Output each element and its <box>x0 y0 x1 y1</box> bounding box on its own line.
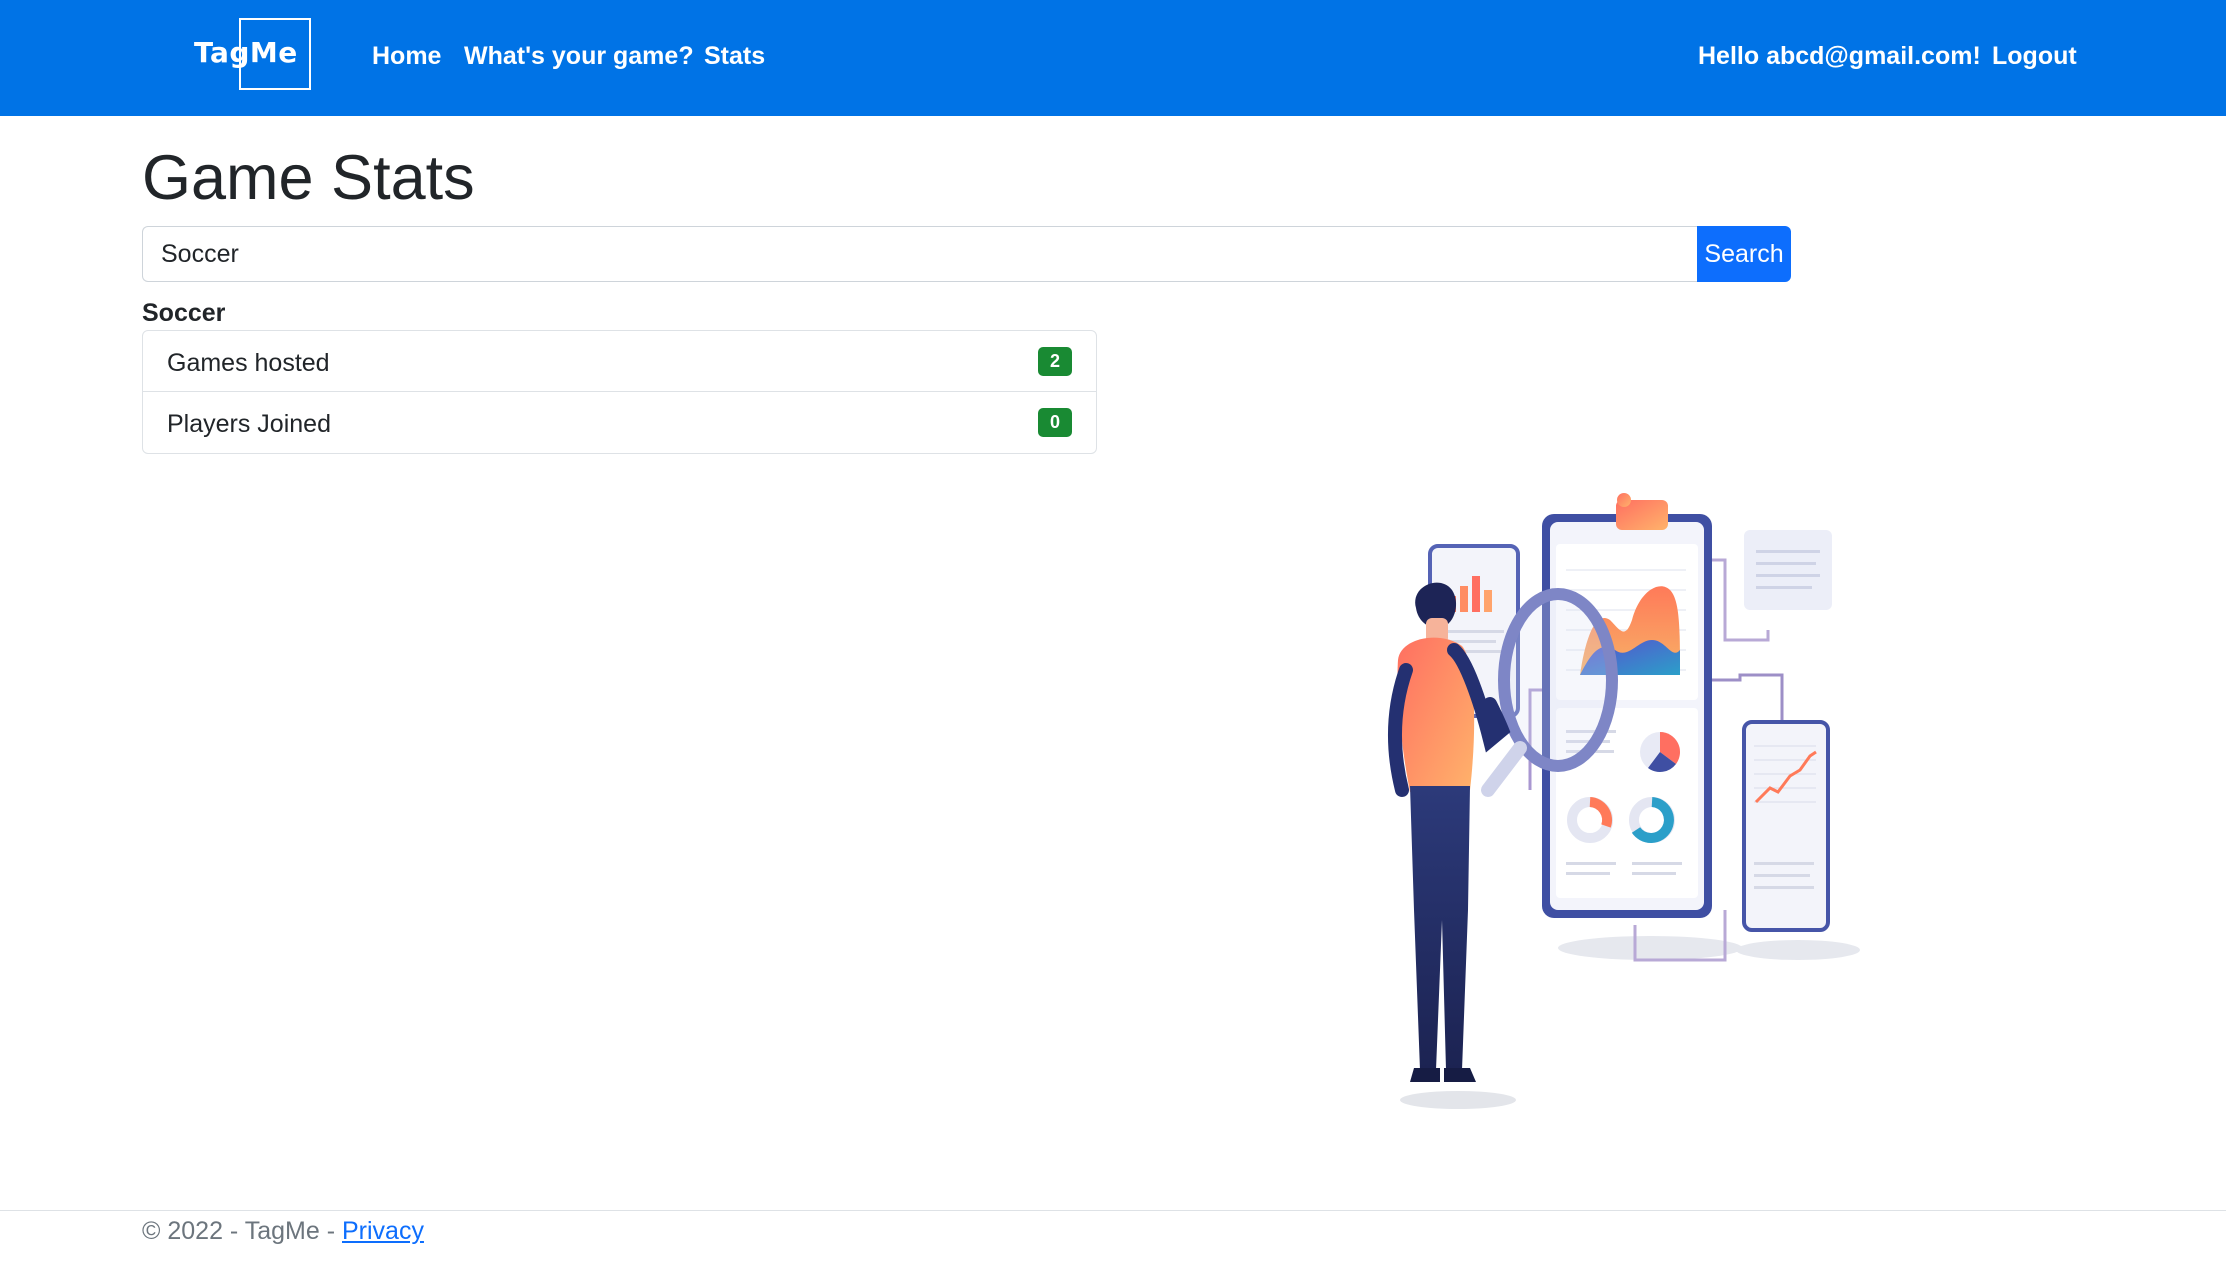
search-button[interactable]: Search <box>1697 226 1791 282</box>
search-input[interactable] <box>142 226 1697 282</box>
stats-item-players-joined: Players Joined 0 <box>143 392 1096 453</box>
stats-item-games-hosted: Games hosted 2 <box>143 331 1096 392</box>
privacy-link[interactable]: Privacy <box>342 1217 424 1245</box>
sport-heading: Soccer <box>142 299 226 327</box>
brand-logo[interactable]: TagMe <box>183 18 311 92</box>
brand-name: TagMe <box>194 36 298 69</box>
nav-stats-link[interactable]: Stats <box>704 42 765 71</box>
logout-link[interactable]: Logout <box>1992 42 2077 71</box>
user-greeting-link[interactable]: Hello abcd@gmail.com! <box>1698 42 1981 71</box>
copyright-text: © 2022 - TagMe - <box>142 1217 342 1245</box>
page-title: Game Stats <box>142 143 475 213</box>
nav-home-link[interactable]: Home <box>372 42 441 71</box>
stats-list: Games hosted 2 Players Joined 0 <box>142 330 1097 454</box>
count-badge: 0 <box>1038 408 1072 437</box>
count-badge: 2 <box>1038 347 1072 376</box>
nav-whats-your-game-link[interactable]: What's your game? <box>464 42 694 71</box>
navbar: TagMe Home What's your game? Stats Hello… <box>0 0 2226 116</box>
footer: © 2022 - TagMe - Privacy <box>0 1210 2226 1261</box>
footer-text: © 2022 - TagMe - Privacy <box>142 1217 424 1246</box>
stats-label: Games hosted <box>167 349 330 377</box>
analytics-illustration <box>1387 493 1860 1109</box>
stats-label: Players Joined <box>167 410 331 438</box>
